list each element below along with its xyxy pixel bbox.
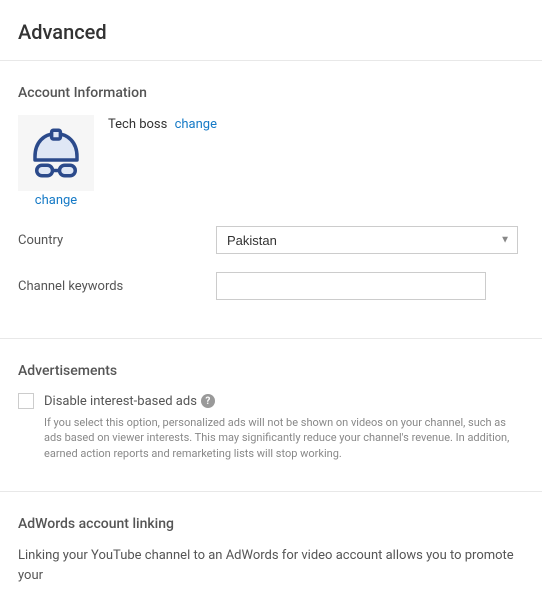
keywords-row: Channel keywords <box>18 272 524 300</box>
ads-section-title: Advertisements <box>18 363 524 379</box>
account-section-title: Account Information <box>18 85 524 101</box>
keywords-input[interactable] <box>216 272 486 300</box>
avatar-block: change <box>18 115 94 208</box>
account-section: Account Information change Tech boss cha… <box>0 61 542 338</box>
page-title: Advanced <box>0 0 542 60</box>
avatar <box>18 115 94 191</box>
channel-name: Tech boss <box>108 117 167 132</box>
country-select[interactable]: Pakistan <box>216 226 518 254</box>
country-row: Country Pakistan ▼ <box>18 226 524 254</box>
account-row: change Tech boss change <box>18 115 524 208</box>
channel-name-line: Tech boss change <box>108 115 217 132</box>
adwords-section: AdWords account linking Linking your You… <box>0 492 542 593</box>
keywords-label: Channel keywords <box>18 279 216 294</box>
name-change-link[interactable]: change <box>175 117 217 132</box>
disable-ads-row: Disable interest-based ads ? <box>18 393 524 409</box>
avatar-change-link[interactable]: change <box>35 193 77 208</box>
disable-ads-label-text: Disable interest-based ads <box>44 394 197 409</box>
hardhat-icon <box>28 125 84 181</box>
disable-ads-checkbox[interactable] <box>18 393 34 409</box>
adwords-desc: Linking your YouTube channel to an AdWor… <box>18 546 524 585</box>
disable-ads-label: Disable interest-based ads ? <box>44 394 215 409</box>
disable-ads-help-text: If you select this option, personalized … <box>18 415 524 461</box>
country-label: Country <box>18 233 216 248</box>
adwords-section-title: AdWords account linking <box>18 516 524 532</box>
help-icon[interactable]: ? <box>201 394 215 408</box>
ads-section: Advertisements Disable interest-based ad… <box>0 339 542 491</box>
